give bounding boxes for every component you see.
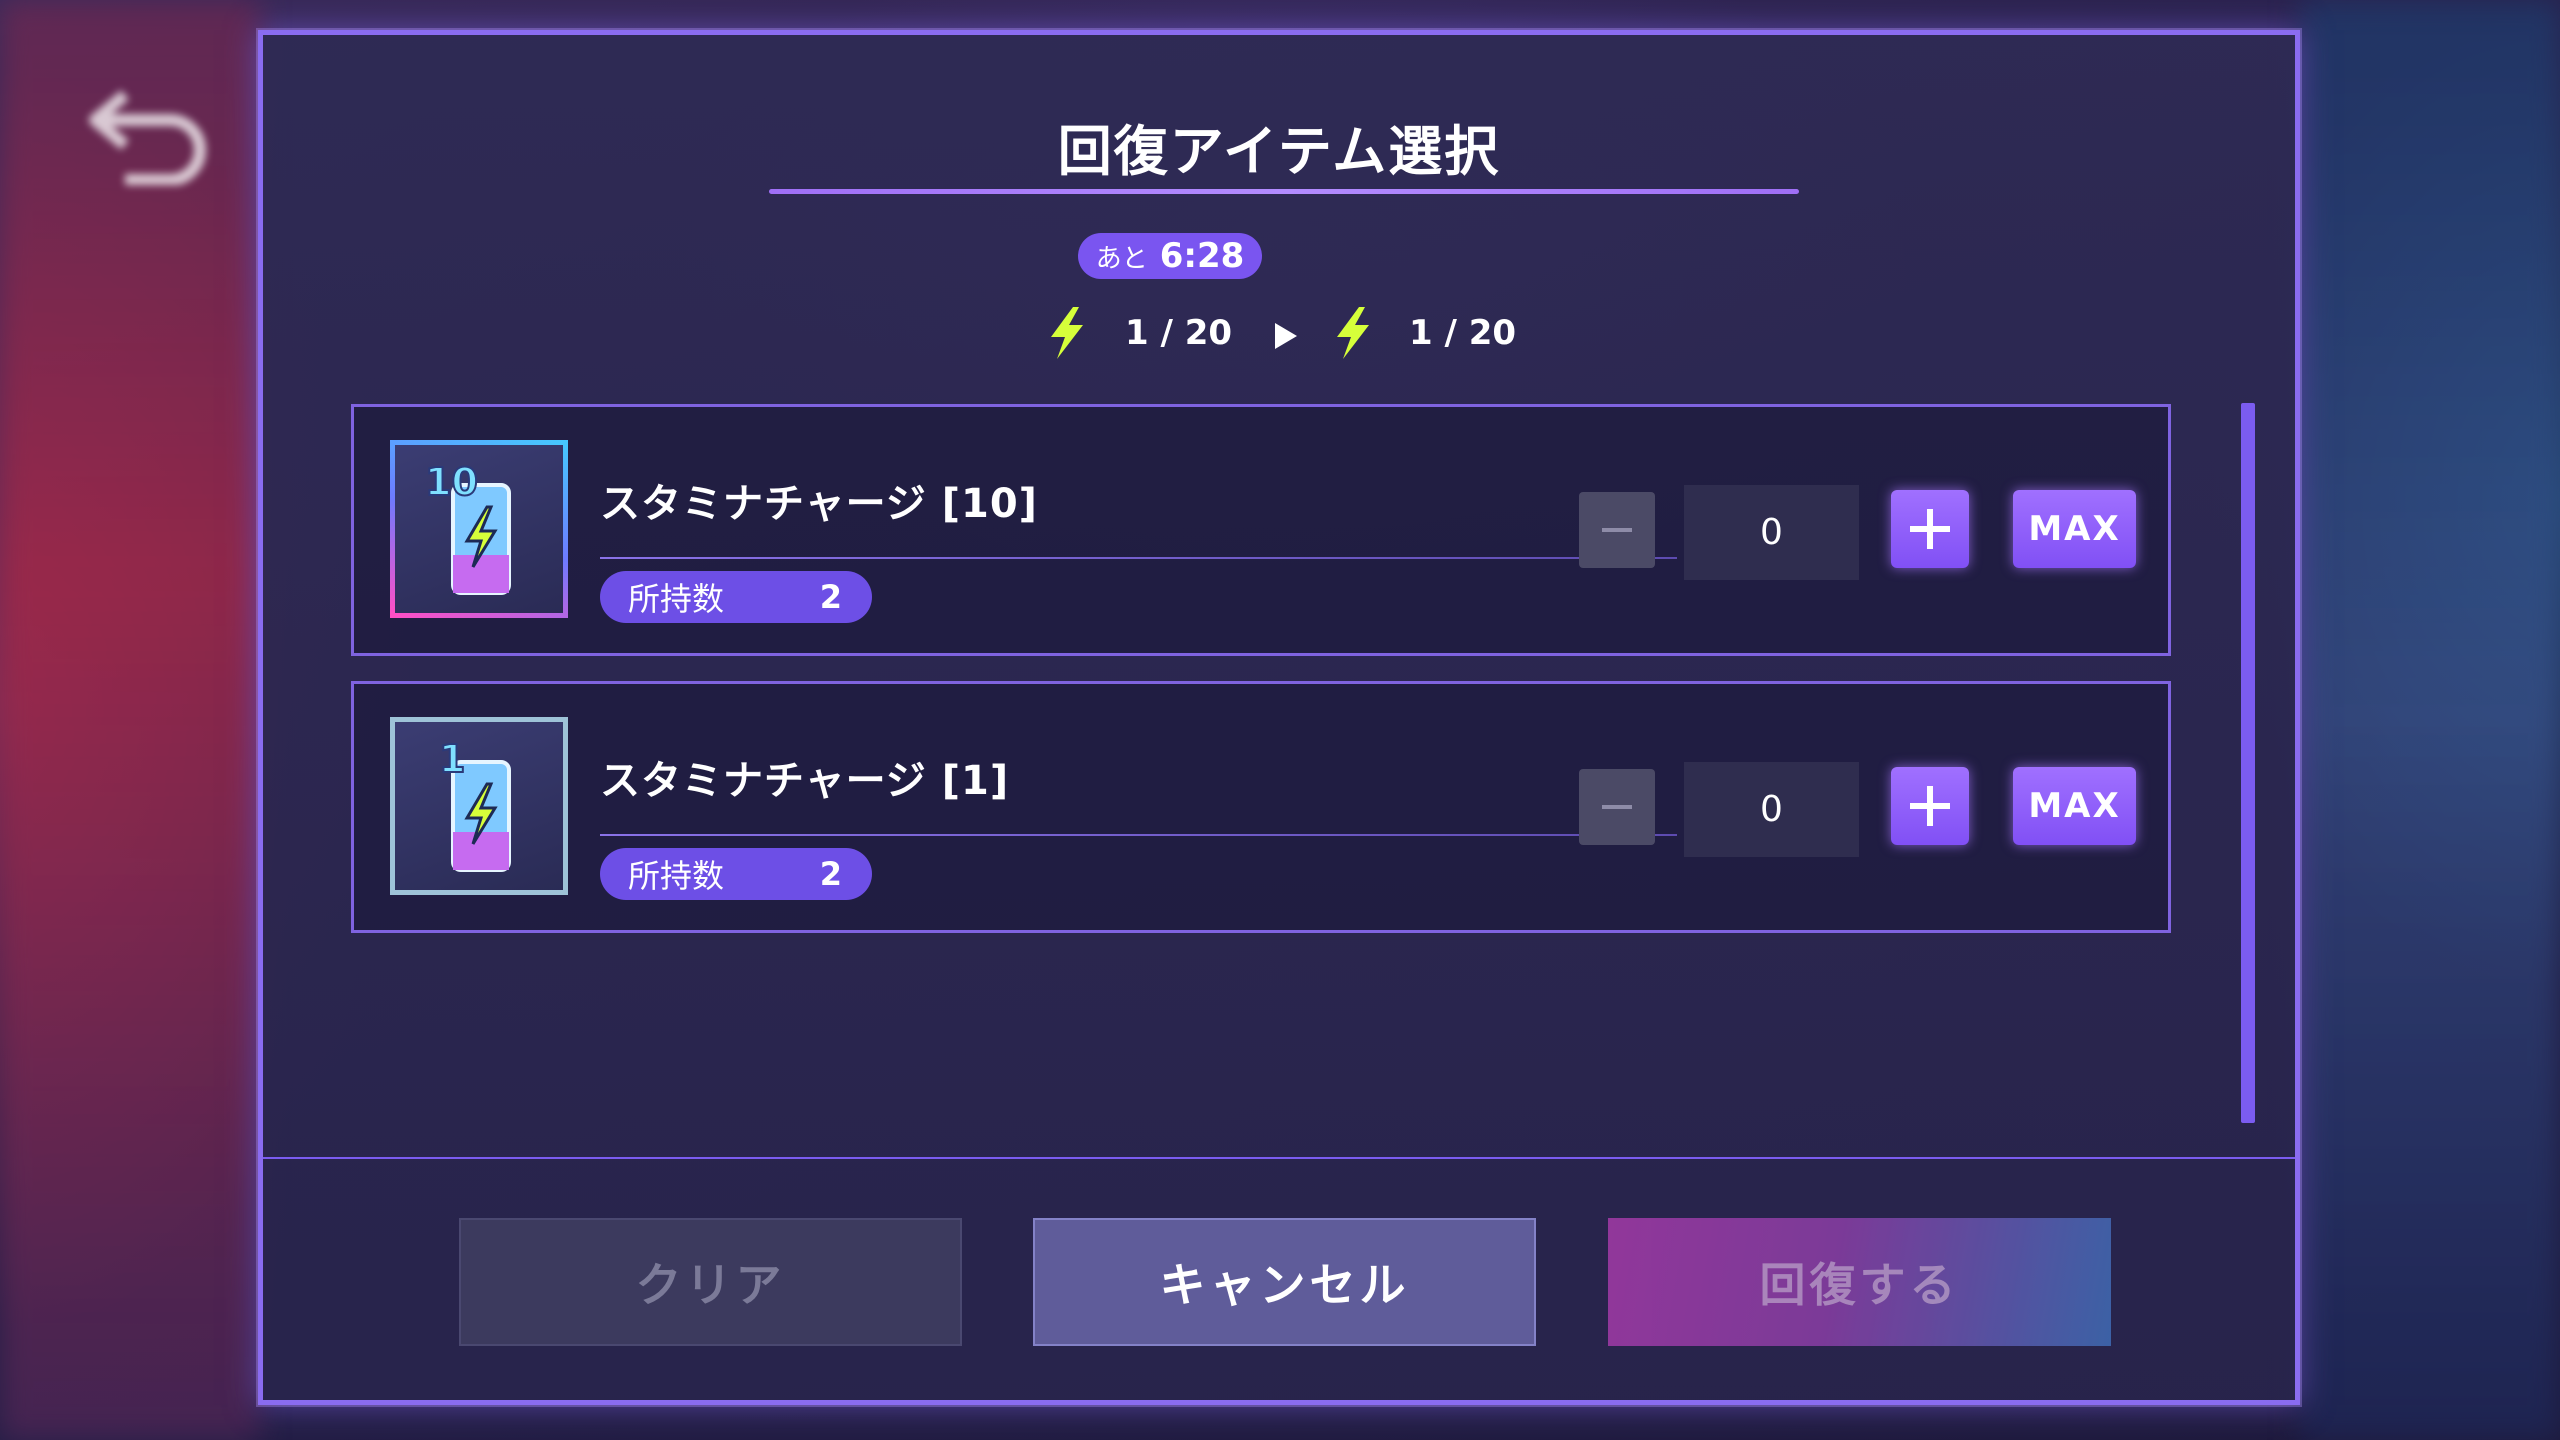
max-button[interactable]: MAX <box>2013 490 2136 568</box>
stamina-current: 1 / 20 <box>1125 313 1233 353</box>
owned-value: 2 <box>819 578 842 616</box>
owned-value: 2 <box>819 855 842 893</box>
clear-button[interactable]: クリア <box>459 1218 962 1346</box>
stamina-drink-10-icon: 10 <box>390 440 568 618</box>
decrease-button[interactable] <box>1579 492 1655 568</box>
decrease-button[interactable] <box>1579 769 1655 845</box>
list-item: 10 スタミナチャージ [10] 所持数 2 0 MAX <box>351 404 2171 656</box>
recovery-timer-badge: あと 6:28 <box>1078 233 1262 279</box>
scrollbar[interactable] <box>2241 403 2255 1123</box>
stamina-preview: 1 / 20 1 / 20 <box>263 307 2295 363</box>
background-right <box>2300 0 2560 1440</box>
divider <box>600 834 1677 836</box>
owned-count-badge: 所持数 2 <box>600 571 872 623</box>
quantity-field[interactable]: 0 <box>1684 762 1859 857</box>
max-button[interactable]: MAX <box>2013 767 2136 845</box>
owned-label: 所持数 <box>628 580 725 618</box>
divider <box>600 557 1677 559</box>
owned-label: 所持数 <box>628 857 725 895</box>
increase-button[interactable] <box>1891 490 1969 568</box>
minus-icon <box>1602 805 1632 809</box>
plus-icon <box>1910 509 1950 549</box>
footer-divider <box>263 1157 2295 1159</box>
dialog-title: 回復アイテム選択 <box>1057 120 1501 183</box>
stamina-after: 1 / 20 <box>1409 313 1517 353</box>
item-name: スタミナチャージ [1] <box>600 758 1010 804</box>
background-left <box>0 0 260 1440</box>
cancel-button[interactable]: キャンセル <box>1033 1218 1536 1346</box>
increase-button[interactable] <box>1891 767 1969 845</box>
owned-count-badge: 所持数 2 <box>600 848 872 900</box>
item-list[interactable]: 10 スタミナチャージ [10] 所持数 2 0 MAX 1 スタミナチャージ … <box>351 375 2171 1175</box>
plus-icon <box>1910 786 1950 826</box>
icon-number: 10 <box>425 460 478 504</box>
item-name: スタミナチャージ [10] <box>600 481 1038 527</box>
minus-icon <box>1602 528 1632 532</box>
list-item: 1 スタミナチャージ [1] 所持数 2 0 MAX <box>351 681 2171 933</box>
quantity-field[interactable]: 0 <box>1684 485 1859 580</box>
stamina-drink-1-icon: 1 <box>390 717 568 895</box>
title-underline <box>769 189 1799 194</box>
arrow-right-icon <box>1275 323 1297 349</box>
stamina-bolt-icon <box>1051 307 1083 359</box>
timer-value: 6:28 <box>1159 236 1245 276</box>
recover-button[interactable]: 回復する <box>1608 1218 2111 1346</box>
back-arrow-icon[interactable] <box>85 75 215 185</box>
icon-number: 1 <box>439 737 465 781</box>
recovery-item-dialog: 回復アイテム選択 あと 6:28 1 / 20 1 / 20 10 スタミナチャ… <box>258 30 2300 1405</box>
timer-label: あと <box>1095 243 1148 274</box>
stamina-bolt-icon <box>1337 307 1369 359</box>
